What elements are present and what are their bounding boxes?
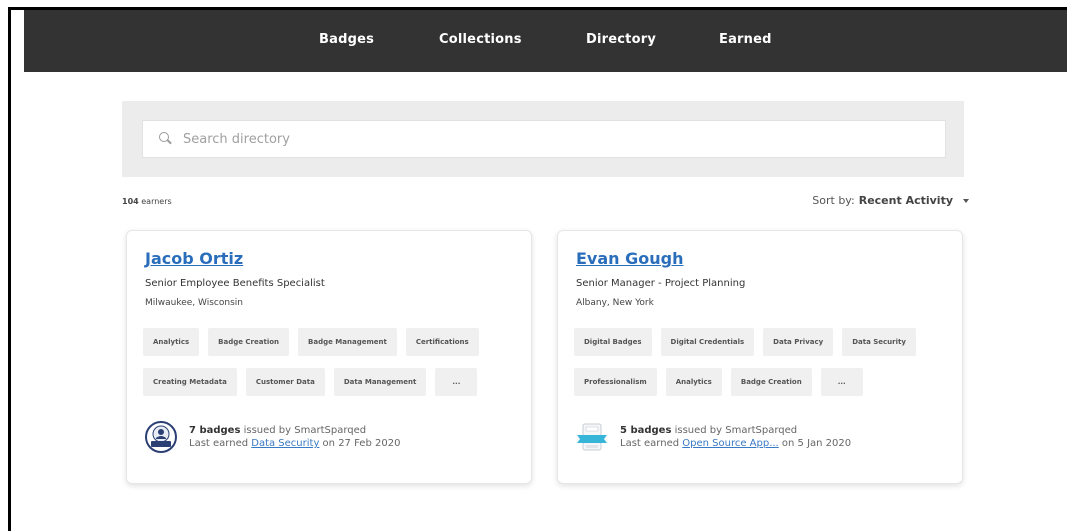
last-earned-badge-link[interactable]: Data Security	[251, 438, 319, 449]
skills-list: Digital Badges Digital Credentials Data …	[574, 328, 954, 408]
earner-card: Jacob Ortiz Senior Employee Benefits Spe…	[126, 230, 532, 484]
skill-tag[interactable]: Digital Credentials	[660, 328, 755, 356]
nav-collections[interactable]: Collections	[439, 32, 522, 47]
chevron-down-icon	[963, 198, 969, 203]
badge-count: 5 badges	[620, 425, 672, 436]
skill-tag[interactable]: Professionalism	[574, 368, 657, 396]
issued-by: issued by SmartSparqed	[671, 425, 798, 436]
circle-badge-icon	[145, 421, 177, 453]
skill-tag[interactable]: Badge Creation	[730, 368, 812, 396]
last-earned-date: on 5 Jan 2020	[778, 438, 852, 449]
earner-title: Senior Manager - Project Planning	[576, 278, 746, 289]
more-skills-button[interactable]: ...	[820, 368, 863, 396]
last-earned-prefix: Last earned	[620, 438, 683, 449]
skill-tag[interactable]: Customer Data	[245, 368, 325, 396]
earner-title: Senior Employee Benefits Specialist	[145, 278, 325, 289]
badge-summary: 7 badges issued by SmartSparqed Last ear…	[145, 421, 400, 453]
skills-list: Analytics Badge Creation Badge Managemen…	[143, 328, 523, 408]
sort-value: Recent Activity	[858, 194, 953, 207]
nav-earned[interactable]: Earned	[719, 32, 772, 47]
earners-count-number: 104	[122, 197, 139, 206]
skill-tag[interactable]: Data Privacy	[763, 328, 834, 356]
search-input[interactable]	[183, 131, 883, 147]
skill-tag[interactable]: Data Security	[842, 328, 916, 356]
sort-label: Sort by:	[812, 194, 855, 207]
issued-by: issued by SmartSparqed	[240, 425, 367, 436]
earner-name-link[interactable]: Evan Gough	[576, 249, 683, 268]
last-earned-badge-link[interactable]: Open Source App...	[682, 438, 778, 449]
more-skills-button[interactable]: ...	[435, 368, 478, 396]
last-earned-date: on 27 Feb 2020	[319, 438, 401, 449]
earner-location: Albany, New York	[576, 298, 654, 308]
badge-count: 7 badges	[189, 425, 241, 436]
last-earned-prefix: Last earned	[189, 438, 252, 449]
skill-tag[interactable]: Certifications	[405, 328, 479, 356]
ribbon-badge-icon	[577, 423, 607, 451]
search-panel	[122, 101, 964, 177]
earners-count-suffix: earners	[138, 197, 172, 206]
earner-card: Evan Gough Senior Manager - Project Plan…	[557, 230, 963, 484]
skill-tag[interactable]: Analytics	[143, 328, 200, 356]
search-icon	[159, 132, 173, 146]
sort-dropdown[interactable]: Sort by: Recent Activity	[812, 194, 969, 207]
skill-tag[interactable]: Analytics	[665, 368, 722, 396]
earner-name-link[interactable]: Jacob Ortiz	[145, 249, 243, 268]
skill-tag[interactable]: Data Management	[333, 368, 427, 396]
skill-tag[interactable]: Creating Metadata	[143, 368, 237, 396]
skill-tag[interactable]: Badge Creation	[208, 328, 290, 356]
top-navigation: Badges Collections Directory Earned	[24, 10, 1067, 72]
earners-count: 104 earners	[122, 197, 172, 206]
skill-tag[interactable]: Badge Management	[298, 328, 397, 356]
search-box[interactable]	[142, 120, 946, 158]
badge-summary: 5 badges issued by SmartSparqed Last ear…	[576, 421, 851, 453]
nav-directory[interactable]: Directory	[586, 32, 656, 47]
skill-tag[interactable]: Digital Badges	[574, 328, 652, 356]
nav-badges[interactable]: Badges	[319, 32, 374, 47]
earner-location: Milwaukee, Wisconsin	[145, 298, 243, 308]
